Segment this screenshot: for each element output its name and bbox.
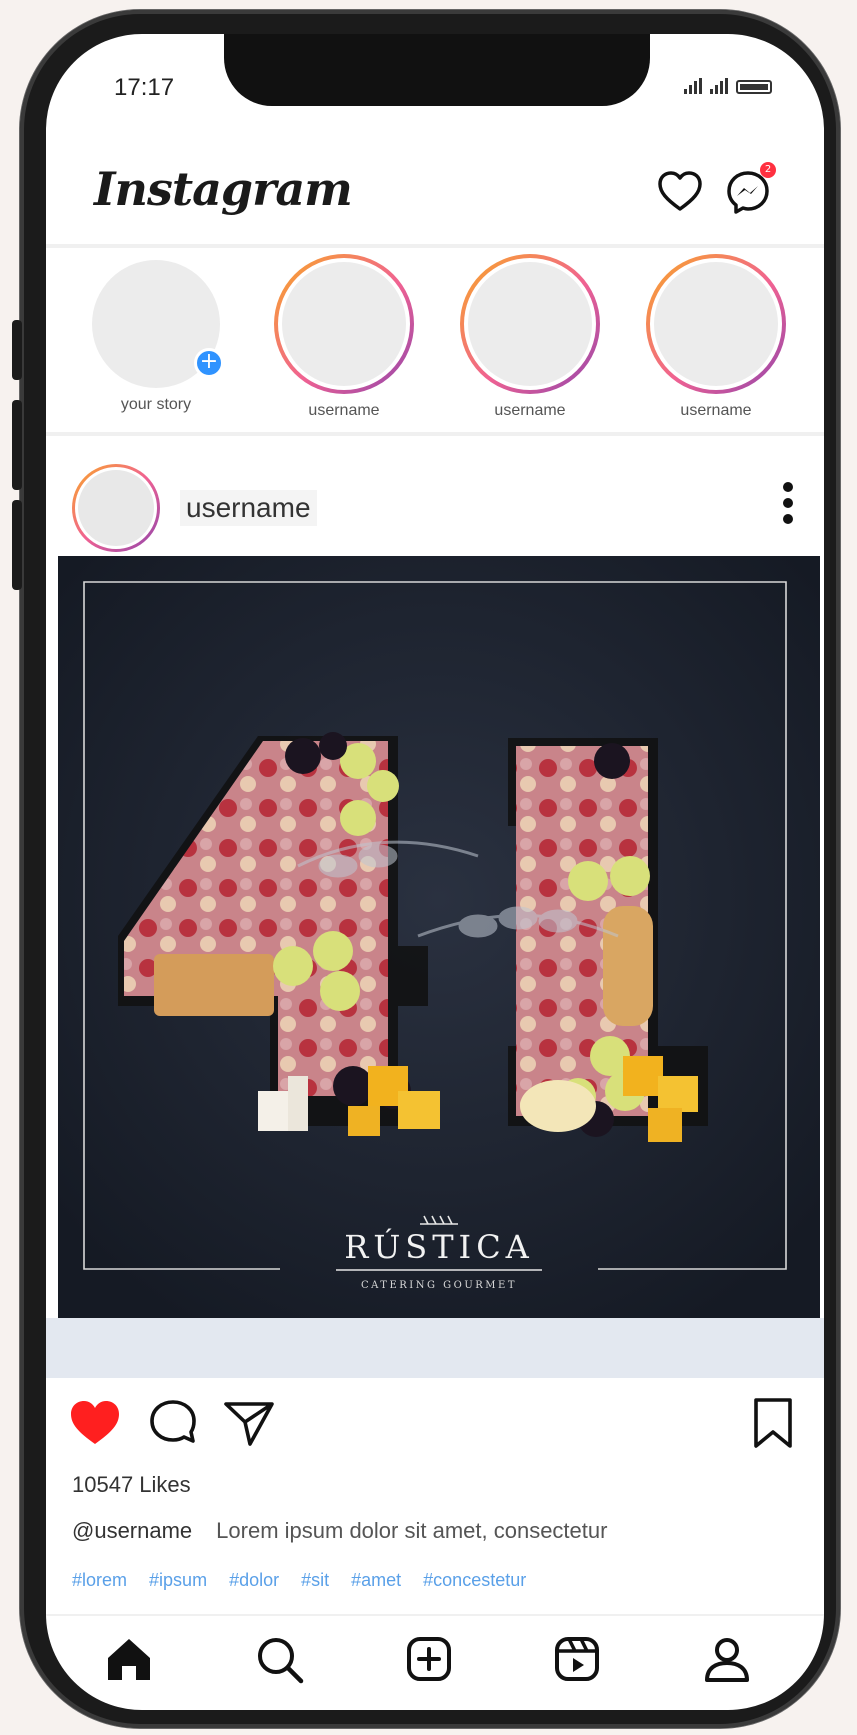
signal-icon bbox=[710, 78, 728, 94]
share-icon[interactable] bbox=[220, 1394, 278, 1452]
add-post-icon[interactable] bbox=[402, 1632, 456, 1686]
reels-icon[interactable] bbox=[550, 1632, 604, 1686]
avatar: + bbox=[92, 260, 224, 388]
hashtag[interactable]: #concestetur bbox=[423, 1570, 526, 1591]
post-caption: @username Lorem ipsum dolor sit amet, con… bbox=[72, 1518, 607, 1544]
hashtag[interactable]: #amet bbox=[351, 1570, 401, 1591]
bottom-nav bbox=[46, 1614, 824, 1710]
battery-icon bbox=[736, 80, 772, 94]
stories-divider bbox=[46, 432, 824, 436]
comment-icon[interactable] bbox=[144, 1394, 202, 1452]
messenger-icon[interactable]: 2 bbox=[724, 162, 776, 216]
caption-username[interactable]: @username bbox=[72, 1518, 192, 1543]
hashtag[interactable]: #sit bbox=[301, 1570, 329, 1591]
story-ring bbox=[646, 254, 786, 394]
heart-icon[interactable] bbox=[656, 168, 704, 216]
story-your-story[interactable]: + your story bbox=[86, 254, 226, 414]
post-header: username bbox=[46, 464, 824, 554]
add-story-icon[interactable]: + bbox=[194, 348, 224, 378]
story-ring bbox=[274, 254, 414, 394]
side-button bbox=[12, 400, 22, 490]
story-item[interactable]: username bbox=[274, 254, 414, 420]
home-icon[interactable] bbox=[102, 1632, 156, 1686]
avatar bbox=[654, 262, 778, 386]
brand-tagline: CATERING GOURMET bbox=[361, 1280, 517, 1291]
hashtags: #lorem #ipsum #dolor #sit #amet #concest… bbox=[72, 1570, 526, 1591]
stories-tray: + your story username username username bbox=[46, 254, 824, 424]
story-label: username bbox=[680, 402, 752, 419]
more-options-icon[interactable] bbox=[780, 482, 796, 534]
post-actions bbox=[46, 1394, 824, 1464]
avatar[interactable] bbox=[72, 464, 160, 552]
story-label: your story bbox=[120, 396, 192, 413]
signal-icon bbox=[684, 78, 702, 94]
notch bbox=[224, 34, 650, 106]
post-image-artwork: RÚSTICA CATERING GOURMET bbox=[58, 556, 820, 1318]
avatar bbox=[282, 262, 406, 386]
messages-badge: 2 bbox=[760, 162, 776, 178]
likes-count[interactable]: 10547 Likes bbox=[72, 1472, 191, 1498]
phone-screen: 17:17 Instagram 2 + your story username bbox=[46, 34, 824, 1710]
status-time: 17:17 bbox=[114, 74, 175, 101]
hashtag[interactable]: #lorem bbox=[72, 1570, 127, 1591]
like-heart-icon[interactable] bbox=[66, 1394, 124, 1452]
profile-icon[interactable] bbox=[700, 1632, 754, 1686]
brand-name: RÚSTICA bbox=[344, 1228, 534, 1266]
app-header: Instagram 2 bbox=[46, 144, 824, 244]
caption-text: Lorem ipsum dolor sit amet, consectetur bbox=[216, 1518, 608, 1543]
avatar bbox=[468, 262, 592, 386]
status-icons bbox=[684, 78, 772, 94]
side-button bbox=[12, 500, 22, 590]
search-icon[interactable] bbox=[252, 1632, 306, 1686]
story-label: username bbox=[494, 402, 566, 419]
story-item[interactable]: username bbox=[646, 254, 786, 420]
post-image[interactable]: RÚSTICA CATERING GOURMET bbox=[58, 556, 820, 1318]
side-button bbox=[12, 320, 22, 380]
post-username[interactable]: username bbox=[180, 490, 317, 526]
header-divider bbox=[46, 244, 824, 248]
story-ring bbox=[460, 254, 600, 394]
bookmark-icon[interactable] bbox=[744, 1394, 802, 1452]
hashtag[interactable]: #dolor bbox=[229, 1570, 279, 1591]
story-label: username bbox=[308, 402, 380, 419]
image-strip bbox=[46, 1318, 824, 1378]
instagram-logo[interactable]: Instagram bbox=[94, 162, 353, 216]
hashtag[interactable]: #ipsum bbox=[149, 1570, 207, 1591]
story-item[interactable]: username bbox=[460, 254, 600, 420]
